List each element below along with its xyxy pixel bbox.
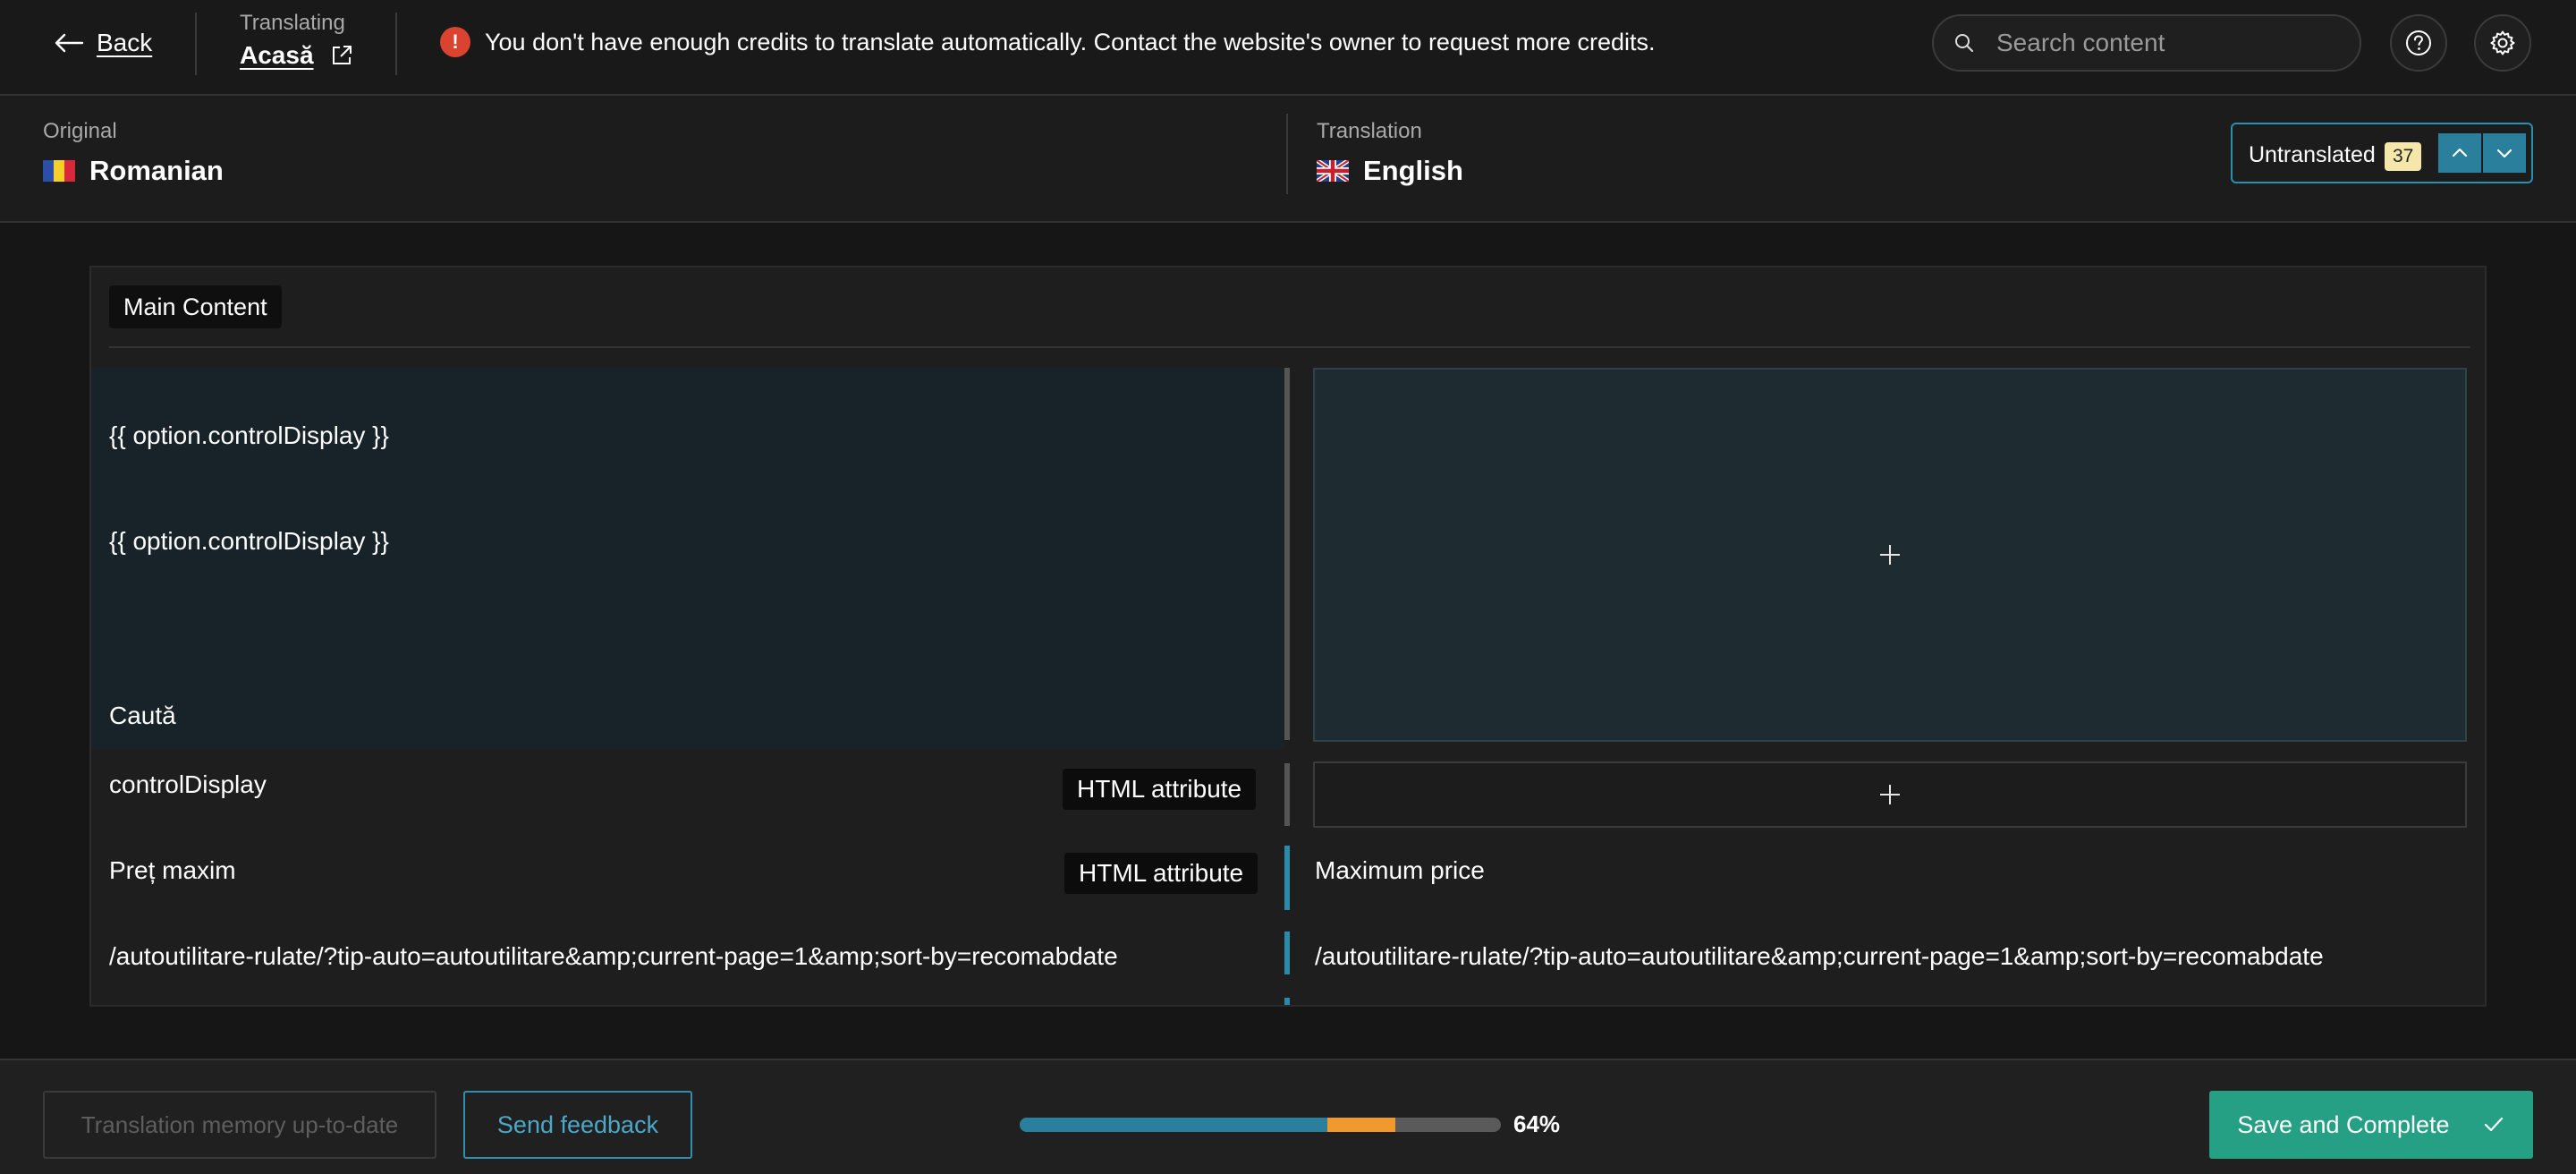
translation-language: Translation English [1317, 119, 1463, 187]
translation-row[interactable]: /autoutilitare-rulate/?tip-auto=autoutil… [91, 923, 2485, 1005]
plus-icon [1880, 785, 1900, 804]
search-icon [1955, 34, 1973, 52]
search-input[interactable] [1996, 25, 2336, 61]
external-link-icon[interactable] [330, 44, 353, 67]
footer-bar: Translation memory up-to-date Send feedb… [0, 1059, 2576, 1174]
save-button-label: Save and Complete [2237, 1110, 2450, 1138]
settings-button[interactable] [2474, 14, 2531, 72]
gear-icon [2490, 30, 2515, 55]
untranslated-count-badge: 37 [2385, 142, 2422, 171]
source-text: Caută [109, 702, 176, 729]
divider [195, 13, 197, 75]
translation-input[interactable] [1313, 761, 2467, 828]
help-icon [2406, 30, 2431, 55]
source-text: /autoutilitare-rulate/?tip-auto=autoutil… [109, 942, 1118, 970]
original-label: Original [43, 119, 117, 143]
back-button[interactable]: Back [54, 25, 152, 61]
translation-memory-button[interactable]: Translation memory up-to-date [43, 1091, 436, 1159]
back-label: Back [97, 29, 153, 56]
row-status-bar [1284, 846, 1290, 910]
content-card: Main Content {{ option.controlDisplay }}… [89, 266, 2487, 1007]
row-status-bar [1284, 998, 1290, 1005]
plus-icon [1880, 545, 1900, 565]
row-status-bar [1284, 932, 1290, 974]
previous-untranslated-button[interactable] [2438, 133, 2481, 173]
page-name-link[interactable]: Acasă [240, 41, 314, 70]
translation-label: Translation [1317, 119, 1422, 143]
divider [1286, 114, 1288, 194]
top-bar: Back Translating Acasă ! You don't have … [0, 0, 2576, 96]
source-text: {{ option.controlDisplay }} [109, 527, 389, 555]
row-status-bar [1284, 763, 1290, 826]
progress-bar [1020, 1118, 1501, 1132]
progress-percent: 64% [1513, 1110, 1561, 1137]
untranslated-filter[interactable]: Untranslated 37 [2231, 123, 2533, 183]
translation-text[interactable]: Maximum price [1315, 856, 1485, 885]
alert-icon: ! [440, 27, 470, 57]
check-icon [2484, 1117, 2503, 1132]
untranslated-label: Untranslated [2249, 142, 2376, 167]
next-untranslated-button[interactable] [2483, 133, 2526, 173]
translating-info: Translating Acasă [240, 11, 353, 70]
source-text: Preț maxim [109, 856, 236, 884]
chevron-down-icon [2496, 149, 2512, 158]
translation-input[interactable] [1313, 368, 2467, 742]
language-bar: Original Romanian Translation English Un… [0, 96, 2576, 223]
progress-translated-segment [1020, 1118, 1328, 1132]
section-label: Main Content [109, 285, 282, 328]
html-attribute-badge: HTML attribute [1064, 853, 1258, 894]
translation-text[interactable]: /autoutilitare-rulate/?tip-auto=autoutil… [1315, 942, 2324, 971]
original-language: Original Romanian [43, 119, 224, 187]
translation-language-name: English [1363, 155, 1463, 186]
flag-uk-icon [1317, 160, 1349, 182]
credits-alert: ! You don't have enough credits to trans… [440, 27, 1656, 57]
send-feedback-button[interactable]: Send feedback [463, 1091, 692, 1159]
arrow-left-icon [55, 33, 84, 53]
search-box[interactable] [1932, 14, 2361, 72]
progress-fuzzy-segment [1327, 1118, 1395, 1132]
flag-ro-icon [43, 160, 75, 182]
source-text: controlDisplay [109, 770, 267, 798]
alert-message: You don't have enough credits to transla… [485, 28, 1656, 55]
save-and-complete-button[interactable]: Save and Complete [2209, 1091, 2533, 1159]
html-attribute-badge: HTML attribute [1063, 769, 1257, 810]
translation-row[interactable]: {{ option.controlDisplay }} {{ option.co… [91, 368, 2485, 749]
divider [395, 13, 397, 75]
original-language-name: Romanian [89, 155, 224, 186]
row-status-bar [1284, 368, 1290, 740]
chevron-up-icon [2452, 148, 2468, 157]
translation-row[interactable]: controlDisplay HTML attribute [91, 751, 2485, 833]
main-area: Main Content {{ option.controlDisplay }}… [0, 223, 2576, 1059]
help-button[interactable] [2390, 14, 2447, 72]
translating-label: Translating [240, 11, 345, 35]
source-text: {{ option.controlDisplay }} [109, 421, 389, 449]
divider [109, 346, 2470, 348]
translation-row[interactable]: Preț maxim HTML attribute Maximum price [91, 837, 2485, 919]
